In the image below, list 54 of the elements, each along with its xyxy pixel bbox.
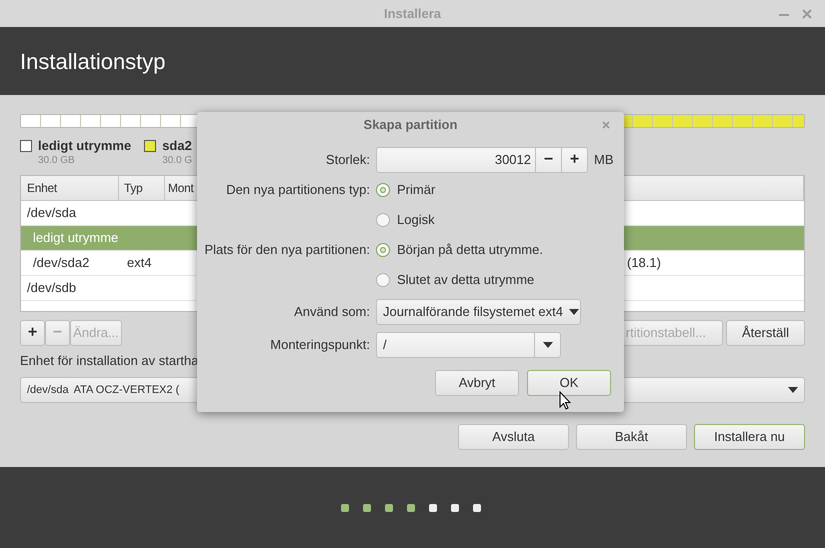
partition-button[interactable]: + xyxy=(20,320,45,346)
action-button[interactable]: Installera nu xyxy=(694,424,805,450)
decrement-button[interactable]: − xyxy=(535,148,561,172)
device-model: ATA OCZ-VERTEX2 ( xyxy=(74,382,180,398)
radio-button[interactable] xyxy=(376,183,390,197)
column-header[interactable]: Enhet xyxy=(21,176,119,200)
table-button[interactable]: Återställ xyxy=(726,320,805,346)
radio-label: Början på detta utrymme. xyxy=(397,241,543,260)
mount-point-combo[interactable]: / xyxy=(376,332,561,358)
legend-label: ledigt utrymme xyxy=(38,137,132,155)
boot-loader-label: Enhet för installation av startha xyxy=(20,353,200,369)
radio-button[interactable] xyxy=(376,273,390,287)
device-cell-text: /dev/sdb xyxy=(26,279,78,298)
field-label: Storlek: xyxy=(324,151,370,169)
close-icon[interactable] xyxy=(602,121,610,129)
dialog-button[interactable]: Avbryt xyxy=(435,370,519,396)
legend-label: sda2 xyxy=(162,137,192,155)
action-button[interactable]: Avsluta xyxy=(458,424,569,450)
field-label: Den nya partitionens typ: xyxy=(225,181,370,199)
radio-label: Slutet av detta utrymme xyxy=(397,271,534,290)
use-as-value: Journalförande filsystemet ext4 xyxy=(383,303,563,322)
dialog-button[interactable]: OK xyxy=(527,370,611,396)
field-label: Monteringspunkt: xyxy=(269,336,370,354)
caret-icon xyxy=(788,387,798,393)
legend-size: 30.0 G xyxy=(162,155,192,167)
column-header[interactable]: Typ xyxy=(119,176,165,200)
legend-size: 30.0 GB xyxy=(38,155,76,167)
type-cell-text: ext4 xyxy=(126,254,153,272)
device-path: /dev/sda xyxy=(27,382,69,398)
caret-icon xyxy=(542,342,552,348)
unit-label: MB xyxy=(594,151,614,170)
minimize-icon[interactable] xyxy=(779,14,789,16)
dialog-title: Skapa partition xyxy=(364,116,458,134)
device-cell-text: /dev/sda xyxy=(26,204,78,222)
window-title: Installera xyxy=(384,4,442,23)
page-title: Installationstyp xyxy=(20,48,166,76)
use-as-dropdown[interactable]: Journalförande filsystemet ext4 xyxy=(376,299,581,325)
action-button[interactable]: Bakåt xyxy=(576,424,687,450)
mount-point-value: / xyxy=(382,336,388,354)
close-icon[interactable] xyxy=(802,9,812,19)
field-label: Plats för den nya partitionen: xyxy=(204,241,370,259)
table-cell-text: (18.1) xyxy=(627,254,661,272)
increment-button[interactable]: + xyxy=(561,148,587,172)
caret-icon xyxy=(568,309,579,315)
device-cell-text: /dev/sda2 xyxy=(32,254,90,272)
radio-button[interactable] xyxy=(376,243,390,257)
radio-label: Logisk xyxy=(397,211,435,230)
field-label: Använd som: xyxy=(293,303,370,321)
device-cell-text: ledigt utrymme xyxy=(32,229,120,248)
mouse-cursor-icon xyxy=(559,391,571,410)
radio-button[interactable] xyxy=(376,213,390,227)
radio-label: Primär xyxy=(397,181,436,200)
size-value: 30012 xyxy=(494,151,532,169)
size-spin-field[interactable]: 30012 − + xyxy=(376,147,588,173)
